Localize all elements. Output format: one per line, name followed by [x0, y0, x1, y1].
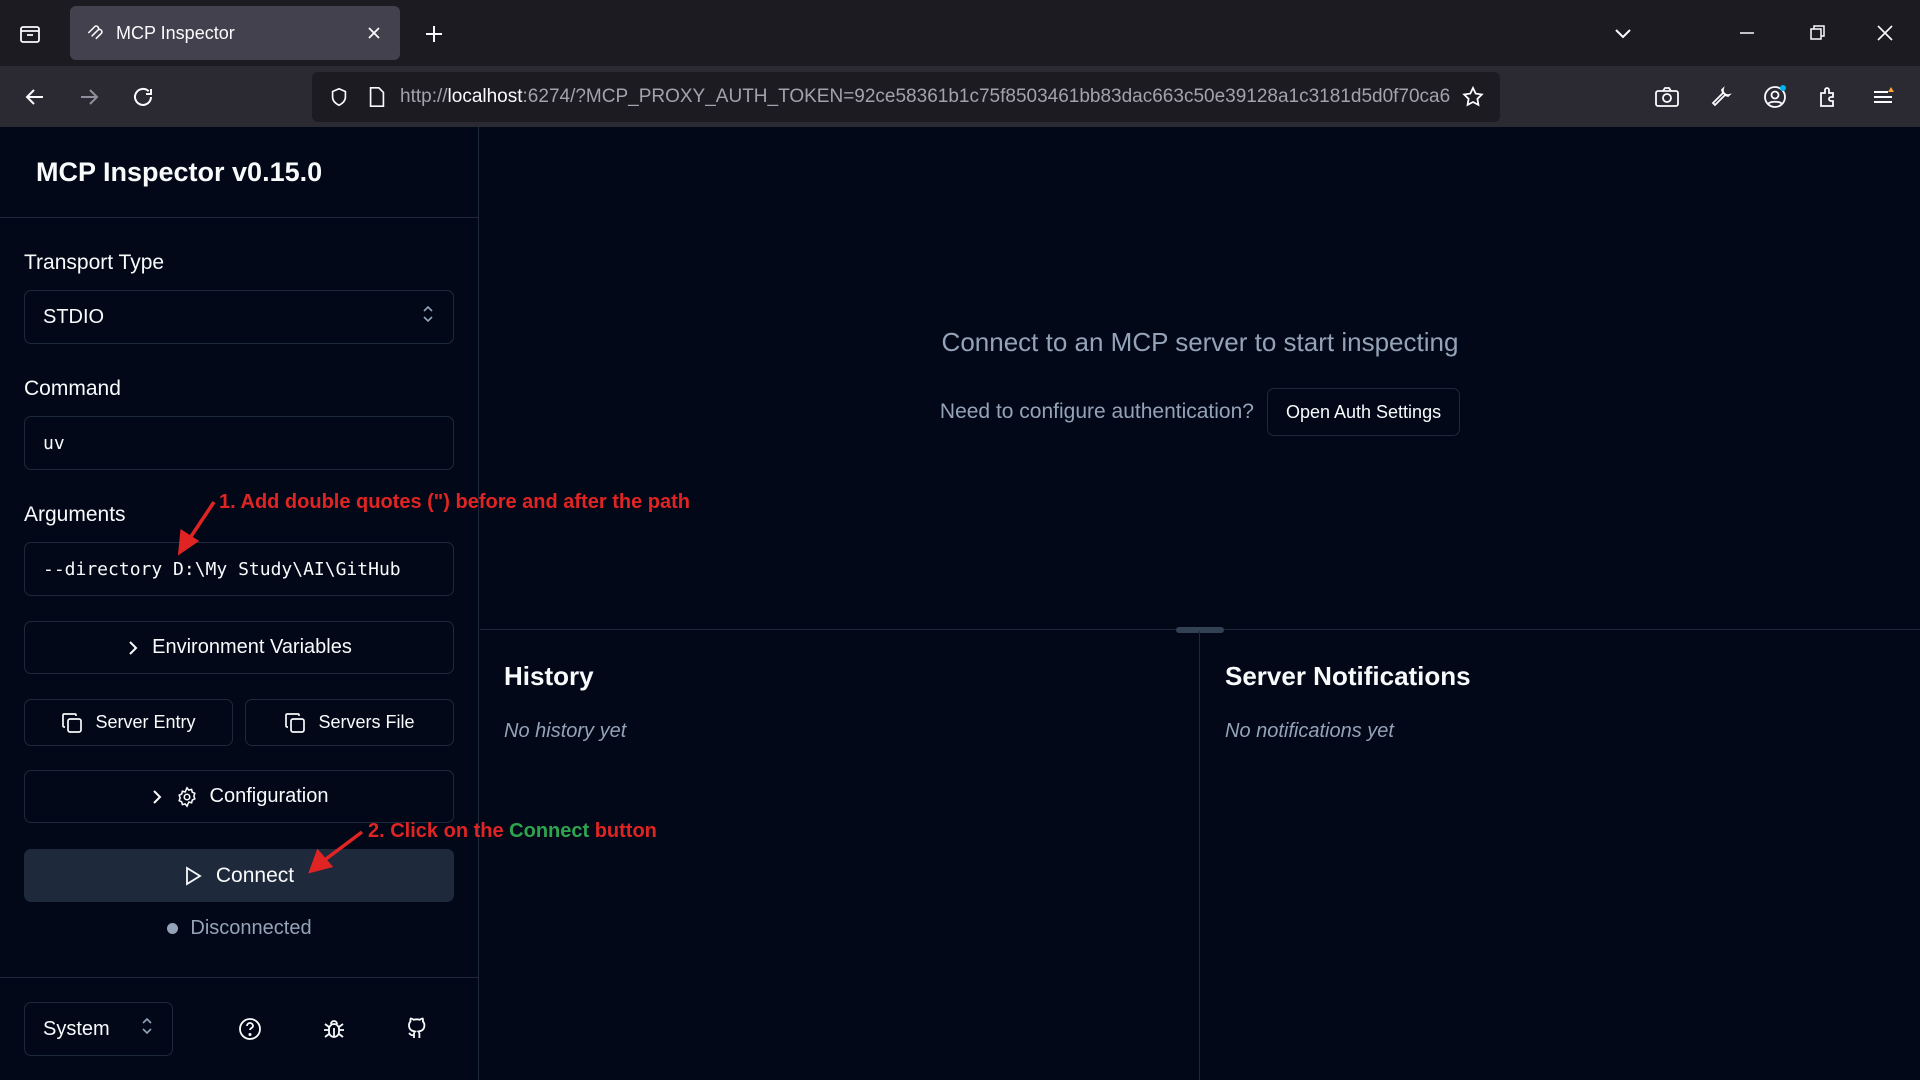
arguments-input[interactable]: --directory D:\My Study\AI\GitHub	[24, 542, 454, 596]
theme-select[interactable]: System	[24, 1002, 173, 1056]
back-icon[interactable]	[16, 78, 54, 116]
minimize-icon[interactable]	[1730, 16, 1764, 50]
tab-overflow-chevron-icon[interactable]	[1606, 16, 1640, 50]
open-auth-settings-button[interactable]: Open Auth Settings	[1266, 388, 1461, 436]
gear-icon	[176, 785, 198, 808]
app-title: MCP Inspector v0.15.0	[36, 157, 323, 187]
chevrons-up-down-icon	[140, 1017, 154, 1041]
copy-icon	[284, 712, 306, 734]
copy-icon	[61, 712, 83, 734]
theme-value: System	[43, 1017, 110, 1040]
command-label: Command	[24, 377, 121, 400]
configuration-label: Configuration	[209, 785, 329, 807]
close-tab-icon[interactable]	[362, 21, 386, 45]
command-input[interactable]: uv	[24, 416, 454, 470]
chevron-right-icon	[150, 789, 164, 805]
url-host: localhost	[447, 86, 523, 107]
close-window-icon[interactable]	[1868, 16, 1902, 50]
connect-button[interactable]: Connect	[24, 849, 454, 902]
sidebar-header: MCP Inspector v0.15.0	[0, 127, 478, 218]
mcp-favicon-icon	[84, 22, 106, 44]
history-empty: No history yet	[504, 720, 627, 742]
connect-label: Connect	[215, 863, 295, 887]
url-rest: :6274/?MCP_PROXY_AUTH_TOKEN=92ce58361b1c…	[522, 86, 1450, 107]
browser-navbar: http://localhost:6274/?MCP_PROXY_AUTH_TO…	[0, 66, 1920, 127]
github-icon[interactable]	[398, 1010, 436, 1048]
browser-tabbar: MCP Inspector	[0, 0, 1920, 66]
inspector-pane: Connect to an MCP server to start inspec…	[480, 127, 1920, 630]
annotation-step1: 1. Add double quotes (") before and afte…	[219, 491, 690, 513]
extensions-icon[interactable]	[1810, 78, 1848, 116]
browser-tab-mcp-inspector[interactable]: MCP Inspector	[70, 6, 400, 60]
arguments-label: Arguments	[24, 503, 126, 526]
main-panel: Connect to an MCP server to start inspec…	[480, 127, 1920, 1080]
server-entry-label: Server Entry	[95, 712, 196, 732]
transport-type-select[interactable]: STDIO	[24, 290, 454, 344]
status-dot	[167, 923, 179, 934]
transport-type-label: Transport Type	[24, 251, 165, 274]
account-icon[interactable]	[1756, 78, 1794, 116]
server-entry-button[interactable]: Server Entry	[24, 699, 233, 746]
notifications-pane: Server Notifications No notifications ye…	[1201, 631, 1920, 1080]
configuration-button[interactable]: Configuration	[24, 770, 454, 823]
url-prefix: http://	[400, 86, 448, 107]
play-icon	[184, 865, 202, 886]
annotation-step2-highlight: Connect	[509, 820, 590, 842]
screenshot-icon[interactable]	[1648, 78, 1686, 116]
wrench-icon[interactable]	[1702, 78, 1740, 116]
bug-icon[interactable]	[315, 1010, 353, 1048]
sidebar-footer: System	[0, 977, 479, 1080]
auth-question: Need to configure authentication?	[939, 400, 1254, 423]
history-title: History	[504, 661, 594, 691]
servers-file-label: Servers File	[318, 712, 415, 732]
annotation-step2-suffix: button	[589, 820, 657, 842]
reload-icon[interactable]	[124, 78, 162, 116]
annotation-step2-prefix: 2. Click on the	[368, 820, 510, 842]
tab-title: MCP Inspector	[116, 22, 235, 43]
chevron-right-icon	[126, 640, 140, 656]
sidebar: MCP Inspector v0.15.0 Transport Type STD…	[0, 127, 479, 1080]
notifications-empty: No notifications yet	[1225, 720, 1394, 742]
environment-variables-label: Environment Variables	[152, 636, 352, 658]
arguments-value: --directory D:\My Study\AI\GitHub	[43, 558, 401, 580]
connect-message: Connect to an MCP server to start inspec…	[941, 327, 1459, 357]
address-bar[interactable]: http://localhost:6274/?MCP_PROXY_AUTH_TO…	[312, 72, 1500, 122]
transport-type-value: STDIO	[43, 305, 105, 328]
menu-icon[interactable]	[1864, 78, 1902, 116]
restore-icon[interactable]	[1800, 16, 1834, 50]
page-icon[interactable]	[362, 82, 392, 112]
connection-status: Disconnected	[0, 917, 479, 940]
command-value: uv	[43, 432, 65, 454]
shield-icon[interactable]	[324, 82, 354, 112]
tab-list-icon[interactable]	[14, 18, 46, 50]
app: MCP Inspector v0.15.0 Transport Type STD…	[0, 127, 1920, 1080]
auth-row: Need to configure authentication? Open A…	[480, 388, 1920, 436]
new-tab-icon[interactable]	[418, 18, 450, 50]
notifications-title: Server Notifications	[1225, 661, 1471, 691]
history-pane: History No history yet	[480, 631, 1200, 1080]
url-text[interactable]: http://localhost:6274/?MCP_PROXY_AUTH_TO…	[400, 86, 1450, 108]
annotation-step2: 2. Click on the Connect button	[368, 820, 657, 843]
chevrons-up-down-icon	[421, 305, 435, 329]
forward-icon[interactable]	[70, 78, 108, 116]
environment-variables-button[interactable]: Environment Variables	[24, 621, 454, 674]
bookmark-star-icon[interactable]	[1458, 82, 1488, 112]
help-icon[interactable]	[231, 1010, 269, 1048]
servers-file-button[interactable]: Servers File	[245, 699, 454, 746]
status-text: Disconnected	[190, 917, 312, 939]
